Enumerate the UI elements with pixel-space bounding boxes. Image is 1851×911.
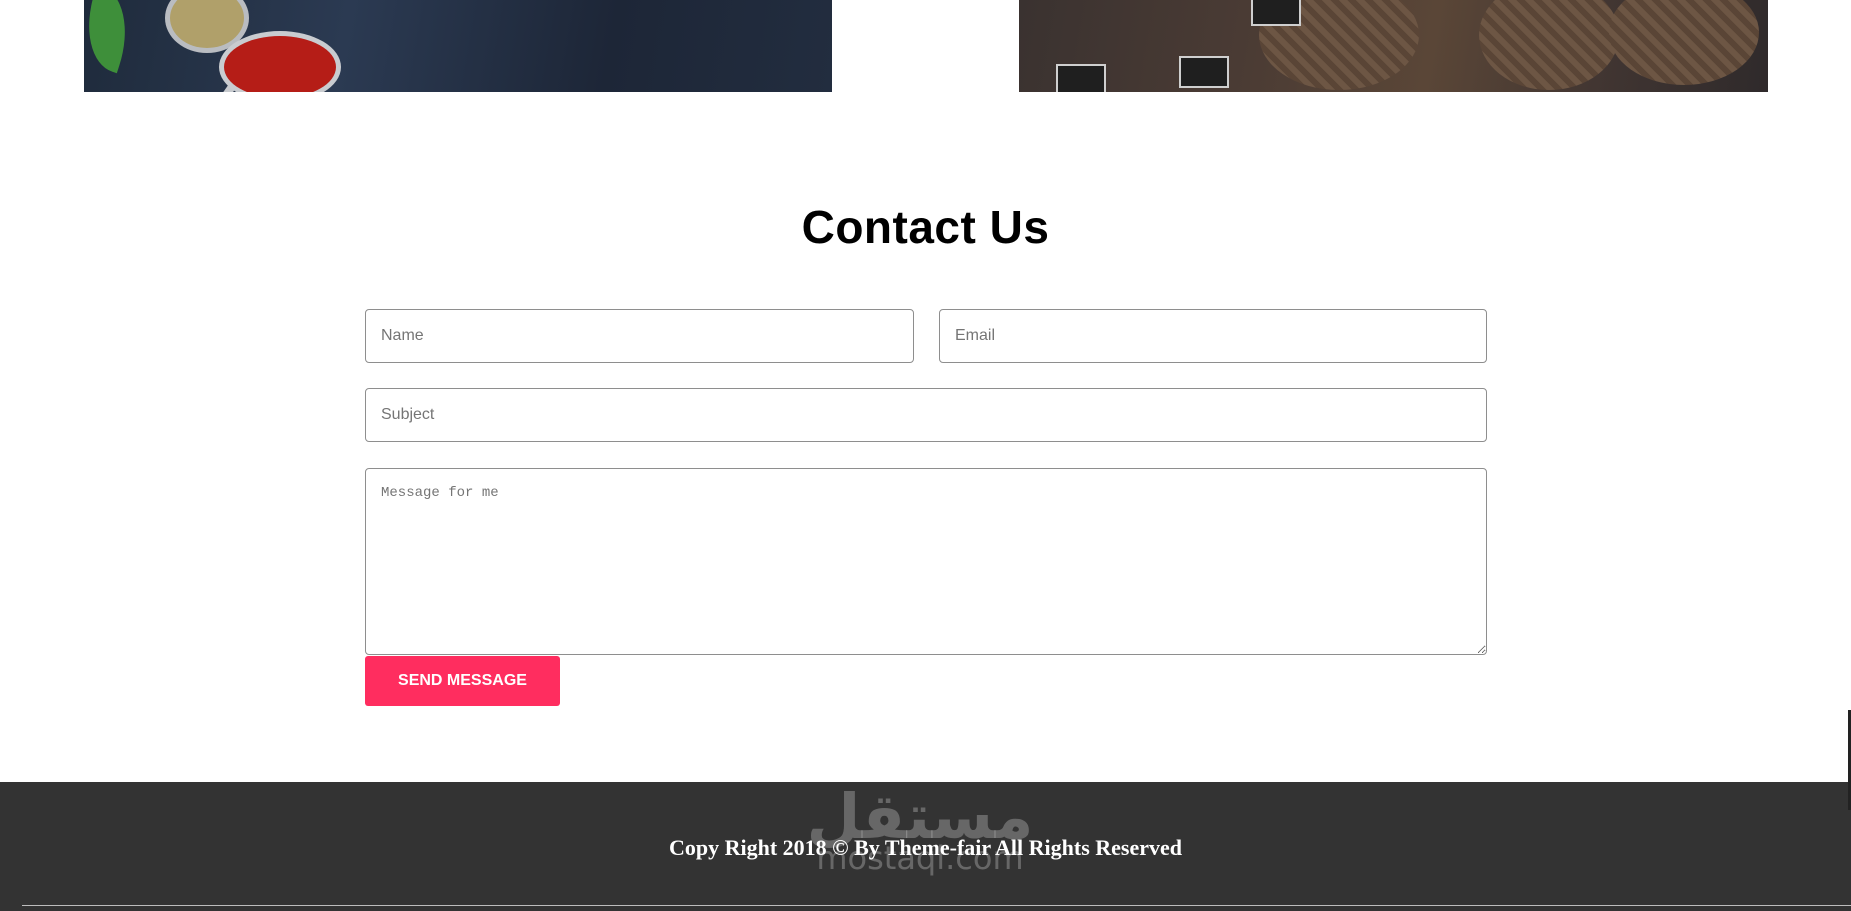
spoon-herbs	[170, 0, 244, 48]
send-message-button[interactable]: SEND MESSAGE	[365, 656, 560, 706]
name-field[interactable]	[365, 309, 914, 363]
footer-divider	[22, 905, 1851, 906]
price-tag	[1251, 0, 1301, 26]
spoon-paprika	[224, 36, 336, 92]
subject-field[interactable]	[365, 388, 1487, 442]
basket-shape	[1479, 0, 1619, 90]
message-field[interactable]	[365, 468, 1487, 655]
contact-title: Contact Us	[801, 201, 1050, 253]
gallery-image-spices	[84, 0, 832, 92]
copyright-text: Copy Right 2018 © By Theme-fair All Righ…	[668, 835, 1183, 860]
basket-shape	[1609, 0, 1759, 85]
price-tag	[1179, 56, 1229, 88]
leaf-shape	[84, 0, 141, 74]
price-tag	[1056, 64, 1106, 92]
gallery-image-bread	[1019, 0, 1768, 92]
email-field[interactable]	[939, 309, 1487, 363]
